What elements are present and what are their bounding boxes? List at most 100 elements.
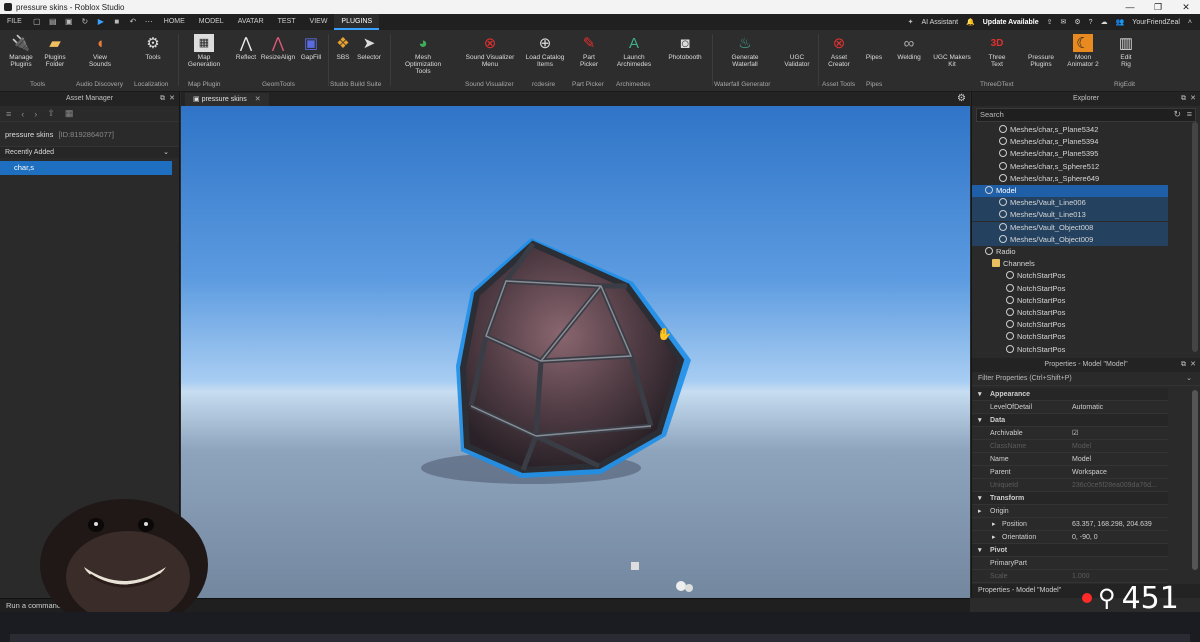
- tab-file[interactable]: FILE: [0, 14, 29, 30]
- property-row[interactable]: UniqueId 236c0ce5f28ea009da76d...: [972, 479, 1168, 492]
- part-picker-button[interactable]: ✎ Part Picker: [570, 34, 608, 69]
- save-icon[interactable]: ▣: [64, 17, 74, 27]
- property-value[interactable]: 63.357, 168.298, 204.639: [1072, 518, 1152, 531]
- load-catalog-button[interactable]: ⊕ Load Catalog Items: [523, 34, 567, 69]
- property-row[interactable]: Origin ▸: [972, 505, 1168, 518]
- properties-filter[interactable]: Filter Properties (Ctrl+Shift+P) ⌄: [972, 372, 1200, 386]
- expand-chevron-icon[interactable]: ▾: [978, 388, 982, 401]
- explorer-row[interactable]: NotchStartPos: [972, 270, 1168, 282]
- property-value[interactable]: Model: [1072, 453, 1091, 466]
- username-label[interactable]: YourFriendZeal: [1132, 19, 1180, 26]
- property-row[interactable]: Name Model: [972, 453, 1168, 466]
- property-value[interactable]: Automatic: [1072, 401, 1103, 414]
- more-icon[interactable]: ⋯: [144, 17, 154, 27]
- explorer-row[interactable]: Meshes/char,s_Sphere649: [972, 173, 1168, 185]
- viewport-settings-icon[interactable]: ⚙: [957, 93, 966, 104]
- explorer-row[interactable]: NotchStartPos: [972, 307, 1168, 319]
- property-category[interactable]: Data ▾: [972, 414, 1168, 427]
- welding-button[interactable]: ∞ Welding: [890, 34, 928, 62]
- map-generation-button[interactable]: ▦ Map Generation: [185, 34, 223, 68]
- property-value[interactable]: 0, -90, 0: [1072, 531, 1098, 544]
- property-row[interactable]: PrimaryPart: [972, 557, 1168, 570]
- edit-rig-button[interactable]: ▥ Edit Rig: [1107, 34, 1145, 69]
- expand-chevron-icon[interactable]: ▸: [992, 518, 996, 531]
- notifications-icon[interactable]: ✉: [1061, 18, 1067, 26]
- share-icon[interactable]: ⇪: [1047, 18, 1053, 26]
- tab-home[interactable]: HOME: [157, 14, 192, 30]
- undock-icon[interactable]: ⧉: [1181, 92, 1186, 106]
- sound-visualizer-button[interactable]: ⊗ Sound Visualizer Menu: [463, 34, 517, 69]
- refresh-filter-icon[interactable]: ↻: [1173, 109, 1181, 120]
- expand-chevron-icon[interactable]: ▾: [978, 544, 982, 557]
- plugins-folder-button[interactable]: ▰ Plugins Folder: [36, 34, 74, 69]
- update-available-label[interactable]: Update Available: [983, 19, 1039, 26]
- explorer-row[interactable]: Radio: [972, 246, 1168, 258]
- mesh-optimization-button[interactable]: ◕ Mesh Optimization Tools: [397, 34, 449, 76]
- cloud-icon[interactable]: ☁: [1101, 18, 1108, 26]
- undock-icon[interactable]: ⧉: [160, 92, 165, 106]
- selector-button[interactable]: ➤ Selector: [350, 34, 388, 62]
- view-sounds-button[interactable]: ◖ View Sounds: [81, 34, 119, 69]
- tab-test[interactable]: TEST: [271, 14, 303, 30]
- property-row[interactable]: Position ▸ 63.357, 168.298, 204.639: [972, 518, 1168, 531]
- new-file-icon[interactable]: ▢: [32, 17, 42, 27]
- explorer-row[interactable]: Channels: [972, 258, 1168, 270]
- photobooth-button[interactable]: ◙ Photobooth: [663, 34, 707, 62]
- forward-icon[interactable]: ›: [34, 109, 37, 119]
- explorer-row[interactable]: Meshes/char,s_Plane5342: [972, 124, 1168, 136]
- pipes-button[interactable]: Pipes: [855, 34, 893, 61]
- tab-plugins[interactable]: PLUGINS: [334, 14, 380, 30]
- explorer-row[interactable]: Meshes/Vault_Object008: [972, 221, 1168, 234]
- minimize-button[interactable]: —: [1116, 0, 1144, 14]
- explorer-row[interactable]: Meshes/char,s_Sphere512: [972, 161, 1168, 173]
- property-value[interactable]: ☑: [1072, 427, 1078, 440]
- tab-avatar[interactable]: AVATAR: [231, 14, 271, 30]
- moon-animator-button[interactable]: ☾ Moon Animator 2: [1064, 34, 1102, 68]
- grid-view-icon[interactable]: ▦: [65, 108, 74, 119]
- property-category[interactable]: Appearance ▾: [972, 388, 1168, 401]
- explorer-row[interactable]: Model: [972, 185, 1168, 197]
- upload-icon[interactable]: ⇧: [47, 108, 55, 119]
- maximize-button[interactable]: ❐: [1144, 0, 1172, 14]
- properties-scrollbar[interactable]: [1192, 390, 1198, 570]
- filter-menu-icon[interactable]: ≡: [1187, 109, 1192, 119]
- explorer-row[interactable]: NotchStartPos: [972, 331, 1168, 343]
- explorer-row[interactable]: Meshes/Vault_Object009: [972, 233, 1168, 246]
- tab-view[interactable]: VIEW: [303, 14, 335, 30]
- settings-icon[interactable]: ⚙: [1074, 18, 1080, 26]
- expand-chevron-icon[interactable]: ▾: [978, 492, 982, 505]
- menu-icon[interactable]: ≡: [6, 109, 11, 119]
- close-tab-icon[interactable]: ✕: [255, 96, 261, 103]
- expand-chevron-icon[interactable]: ▸: [978, 505, 982, 518]
- property-value[interactable]: Model: [1072, 440, 1091, 453]
- explorer-row[interactable]: NotchStartPos: [972, 344, 1168, 356]
- collapse-icon[interactable]: ˄: [1188, 19, 1192, 26]
- three-text-button[interactable]: 3D Three Text: [978, 34, 1016, 68]
- back-icon[interactable]: ‹: [21, 109, 24, 119]
- generate-waterfall-button[interactable]: ♨ Generate Waterfall: [723, 34, 767, 69]
- stop-icon[interactable]: ■: [112, 17, 122, 27]
- ugc-makers-kit-button[interactable]: UGC Makers Kit: [930, 34, 974, 68]
- close-button[interactable]: ✕: [1172, 0, 1200, 14]
- undock-icon[interactable]: ⧉: [1181, 358, 1186, 372]
- explorer-row[interactable]: Meshes/char,s_Plane5394: [972, 136, 1168, 148]
- recently-added-section[interactable]: Recently Added ⌄: [0, 146, 179, 158]
- tab-model[interactable]: MODEL: [192, 14, 231, 30]
- pressure-plugins-button[interactable]: Pressure Plugins: [1022, 34, 1060, 68]
- users-icon[interactable]: 👥: [1116, 18, 1125, 26]
- close-panel-icon[interactable]: ✕: [1190, 358, 1196, 372]
- explorer-scrollbar[interactable]: [1192, 122, 1198, 352]
- property-row[interactable]: ClassName Model: [972, 440, 1168, 453]
- 3d-viewport[interactable]: ✋: [181, 106, 970, 598]
- open-file-icon[interactable]: ▤: [48, 17, 58, 27]
- manage-plugins-button[interactable]: 🔌 Manage Plugins: [2, 34, 40, 69]
- expand-chevron-icon[interactable]: ▾: [978, 414, 982, 427]
- property-row[interactable]: LevelOfDetail Automatic: [972, 401, 1168, 414]
- property-value[interactable]: 236c0ce5f28ea009da76d...: [1072, 479, 1157, 492]
- property-row[interactable]: Orientation ▸ 0, -90, 0: [972, 531, 1168, 544]
- explorer-row[interactable]: Meshes/char,s_Plane5395: [972, 148, 1168, 160]
- property-category[interactable]: Pivot ▾: [972, 544, 1168, 557]
- undo-icon[interactable]: ↶: [128, 17, 138, 27]
- asset-item[interactable]: char,s: [0, 161, 172, 175]
- explorer-row[interactable]: NotchStartPos: [972, 319, 1168, 331]
